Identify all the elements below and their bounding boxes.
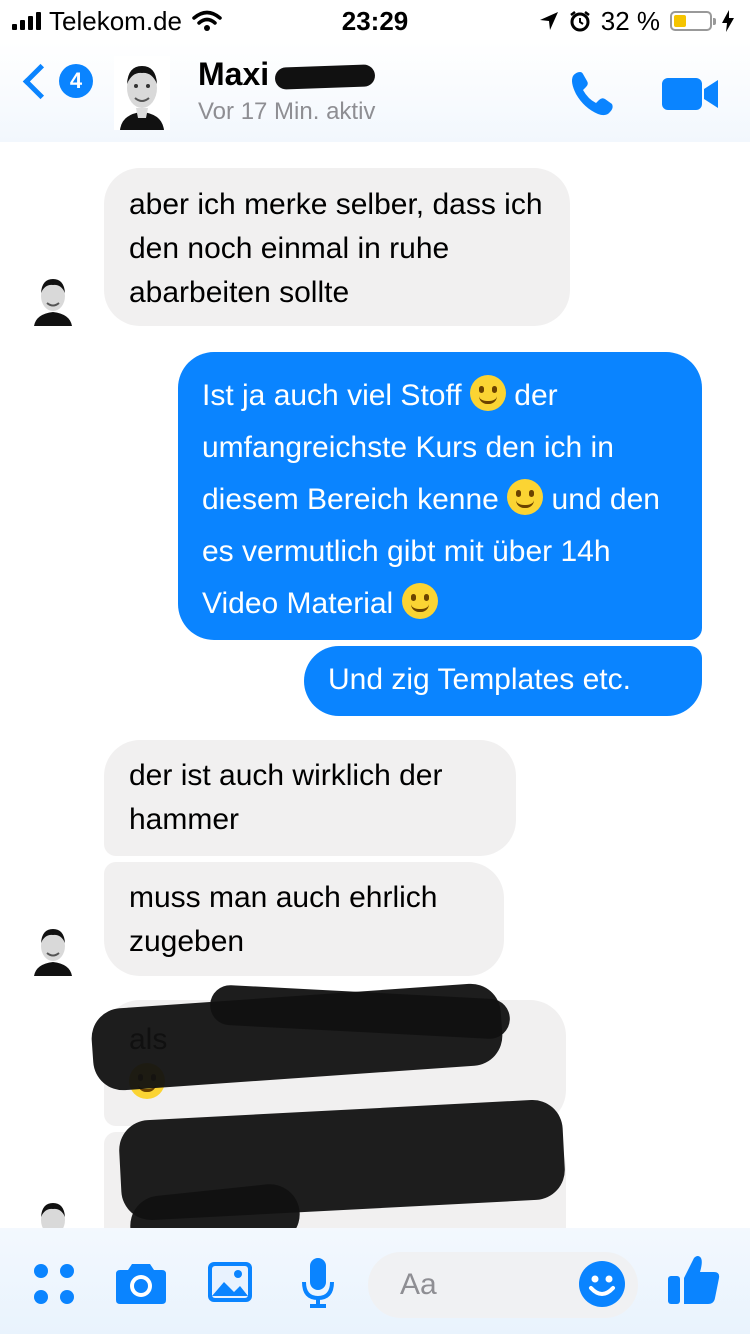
contact-name-text: Maxi	[198, 56, 270, 92]
status-bar: Telekom.de 23:29 32 %	[0, 0, 750, 42]
incoming-message[interactable]: der ist auch wirklich der hammer	[104, 740, 516, 856]
battery-percent: 32 %	[600, 5, 660, 36]
camera-icon[interactable]	[116, 1262, 166, 1304]
message-text: muss man auch ehrlich zugeben	[129, 881, 438, 958]
apps-grid-icon[interactable]	[32, 1262, 76, 1306]
name-redaction	[274, 63, 376, 90]
location-arrow-icon	[539, 12, 558, 30]
incoming-message[interactable]: aber ich merke selber, dass ich den noch…	[104, 168, 570, 326]
message-text: der ist auch wirklich der hammer	[129, 759, 443, 836]
back-button[interactable]: 4	[18, 63, 93, 99]
video-call-icon[interactable]	[660, 74, 720, 114]
composer-bar: Aa	[0, 1228, 750, 1334]
phone-call-icon[interactable]	[568, 68, 618, 118]
charging-bolt-icon	[722, 10, 734, 32]
outgoing-message[interactable]: Und zig Templates etc.	[304, 646, 702, 716]
emoji-smiley-icon[interactable]	[578, 1260, 626, 1308]
contact-avatar-small	[41, 1203, 65, 1228]
message-text-part: Ist ja auch viel Stoff	[202, 379, 462, 412]
status-right: 32 %	[539, 6, 734, 36]
thumbs-up-icon[interactable]	[668, 1254, 720, 1306]
wink-emoji	[507, 479, 544, 515]
contact-avatar-small	[34, 279, 72, 326]
contact-avatar-small	[34, 929, 72, 976]
alarm-icon	[569, 11, 590, 32]
message-text: Und zig Templates etc.	[328, 663, 631, 696]
contact-name[interactable]: Maxi	[198, 56, 376, 93]
grinning-sweat-emoji	[469, 375, 506, 411]
avatar[interactable]	[114, 56, 170, 130]
active-status: Vor 17 Min. aktiv	[198, 98, 376, 125]
battery-icon	[670, 11, 716, 31]
smile-emoji	[401, 583, 438, 619]
message-input-placeholder: Aa	[400, 1268, 437, 1301]
incoming-message[interactable]: muss man auch ehrlich zugeben	[104, 862, 504, 976]
chevron-left-icon	[22, 63, 59, 99]
outgoing-message[interactable]: Ist ja auch viel Stoff der umfangreichst…	[178, 352, 702, 640]
chat-header: 4 Maxi Vor 17 Min. aktiv	[0, 42, 750, 142]
unread-count-badge: 4	[59, 64, 93, 98]
microphone-icon[interactable]	[302, 1258, 334, 1308]
message-text: aber ich merke selber, dass ich den noch…	[129, 188, 543, 309]
gallery-image-icon[interactable]	[208, 1262, 252, 1302]
